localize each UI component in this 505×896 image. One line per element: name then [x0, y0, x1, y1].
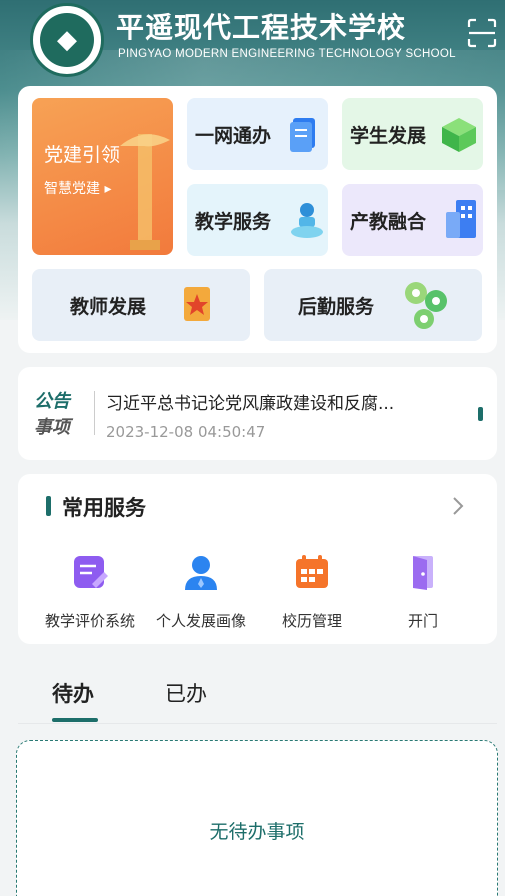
edit-note-icon [74, 556, 108, 588]
tile-one-stop[interactable]: 一网通办 [187, 98, 328, 170]
person-icon [185, 556, 217, 590]
tile-industry-education[interactable]: 产教融合 [342, 184, 483, 256]
scan-icon[interactable] [466, 17, 498, 49]
flag-icon [184, 287, 210, 321]
service-calendar[interactable]: 校历管理 [257, 552, 367, 631]
carousel-indicator [478, 407, 483, 421]
service-label: 个人发展画像 [155, 612, 246, 630]
tile-label: 一网通办 [195, 124, 272, 147]
announcement-title[interactable]: 习近平总书记论党风廉政建设和反腐... [106, 389, 466, 414]
app-header: ◆ 平遥现代工程技术学校 PINGYAO MODERN ENGINEERING … [0, 0, 505, 80]
teacher-desk-icon [291, 203, 323, 238]
chevron-right-icon[interactable] [450, 496, 466, 516]
door-icon [413, 556, 433, 590]
party-subtitle: 智慧党建 ▸ [44, 181, 112, 197]
document-icon [290, 118, 315, 152]
tile-label: 产教融合 [350, 210, 427, 233]
cube-icon [442, 118, 476, 152]
tile-label: 教学服务 [195, 210, 272, 233]
tile-teacher-development[interactable]: 教师发展 [32, 269, 250, 341]
service-label: 校历管理 [281, 612, 342, 630]
service-open-door[interactable]: 开门 [368, 552, 478, 631]
tile-logistics-service[interactable]: 后勤服务 [264, 269, 482, 341]
party-leadership-tile[interactable]: 党建引领 智慧党建 ▸ [32, 98, 173, 255]
service-personal-profile[interactable]: 个人发展画像 [146, 552, 256, 631]
tile-label: 后勤服务 [298, 295, 375, 318]
monument-pillar-icon [120, 134, 170, 250]
gears-icon [405, 282, 447, 329]
divider [94, 391, 95, 435]
tile-label: 学生发展 [350, 124, 427, 147]
tab-done[interactable]: 已办 [165, 678, 207, 708]
active-tab-indicator [52, 718, 98, 722]
todo-list-panel: 无待办事项 [16, 740, 498, 896]
school-name-en: PINGYAO MODERN ENGINEERING TECHNOLOGY SC… [118, 48, 456, 60]
building-icon [446, 200, 476, 238]
logo-emblem-icon: ◆ [40, 13, 94, 67]
task-tabs: 待办 已办 [18, 660, 497, 724]
tab-pending[interactable]: 待办 [52, 678, 94, 708]
section-accent-bar [46, 496, 51, 516]
school-logo: ◆ [30, 3, 104, 77]
calendar-icon [296, 555, 328, 588]
service-label: 教学评价系统 [44, 612, 135, 630]
tile-label: 教师发展 [70, 295, 147, 318]
main-menu-card: 党建引领 智慧党建 ▸ 一网通办 学生发展 教学服务 产教融合 教师发展 后勤服… [18, 86, 497, 353]
service-label: 开门 [407, 612, 438, 630]
service-teaching-evaluation[interactable]: 教学评价系统 [35, 552, 145, 631]
announcement-time: 2023-12-08 04:50:47 [106, 423, 266, 441]
announcement-card[interactable]: 公告 事项 习近平总书记论党风廉政建设和反腐... 2023-12-08 04:… [18, 367, 497, 460]
party-title: 党建引领 [44, 144, 121, 166]
announcement-label: 公告 事项 [34, 391, 70, 438]
empty-state-text: 无待办事项 [209, 821, 305, 843]
section-title: 常用服务 [62, 496, 146, 520]
school-name-cn: 平遥现代工程技术学校 [116, 11, 407, 44]
common-services-card: 常用服务 教学评价系统 个人发展画像 校历管理 开门 [18, 474, 497, 644]
tile-teaching-service[interactable]: 教学服务 [187, 184, 328, 256]
tile-student-development[interactable]: 学生发展 [342, 98, 483, 170]
